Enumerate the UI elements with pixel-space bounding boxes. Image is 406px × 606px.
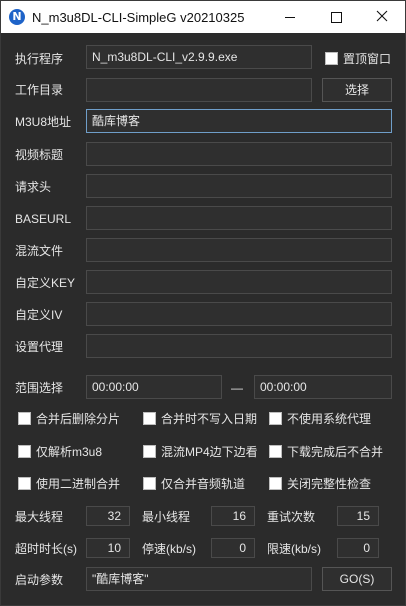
option-checkbox[interactable] [18, 445, 31, 458]
close-icon [376, 10, 388, 22]
max-threads-input[interactable]: 32 [86, 506, 130, 526]
m3u8-url-input[interactable]: 酷库博客 [86, 109, 392, 133]
option-checkbox[interactable] [269, 412, 282, 425]
limit-speed-label: 限速(kb/s) [267, 542, 322, 556]
option-label: 下载完成后不合并 [287, 445, 384, 459]
option-label: 仅解析m3u8 [36, 445, 103, 459]
option-checkbox[interactable] [269, 477, 282, 490]
retry-count-label: 重试次数 [267, 510, 316, 524]
proxy-label: 设置代理 [15, 340, 64, 354]
range-start-input[interactable]: 00:00:00 [86, 375, 222, 399]
launch-args-field[interactable]: "酷库博客" [86, 567, 312, 591]
option-checkbox[interactable] [143, 445, 156, 458]
option-label: 仅合并音频轨道 [161, 477, 246, 491]
workdir-field[interactable] [86, 78, 312, 102]
proxy-input[interactable] [86, 334, 392, 358]
option-checkbox[interactable] [18, 412, 31, 425]
minimize-button[interactable] [267, 1, 313, 33]
limit-speed-input[interactable]: 0 [337, 538, 379, 558]
min-threads-input[interactable]: 16 [211, 506, 255, 526]
option-checkbox[interactable] [18, 477, 31, 490]
headers-label: 请求头 [15, 180, 52, 194]
launch-args-label: 启动参数 [15, 573, 64, 587]
app-window: N N_m3u8DL-CLI-SimpleG v20210325 执行程序 N_… [0, 0, 406, 606]
video-title-input[interactable] [86, 142, 392, 166]
headers-input[interactable] [86, 174, 392, 198]
option-label: 合并后删除分片 [36, 412, 121, 426]
option-label: 关闭完整性检查 [287, 477, 372, 491]
baseurl-input[interactable] [86, 206, 392, 230]
range-end-input[interactable]: 00:00:00 [254, 375, 392, 399]
option-checkbox[interactable] [143, 477, 156, 490]
mux-file-label: 混流文件 [15, 244, 64, 258]
timeout-input[interactable]: 10 [86, 538, 130, 558]
option-label: 不使用系统代理 [287, 412, 372, 426]
app-logo-icon: N [9, 9, 25, 25]
range-separator: — [231, 381, 243, 395]
stop-speed-input[interactable]: 0 [211, 538, 255, 558]
baseurl-label: BASEURL [15, 212, 72, 226]
option-checkbox[interactable] [143, 412, 156, 425]
custom-iv-label: 自定义IV [15, 308, 63, 322]
title-bar[interactable]: N N_m3u8DL-CLI-SimpleG v20210325 [1, 1, 405, 33]
video-title-label: 视频标题 [15, 148, 64, 162]
choose-dir-button[interactable]: 选择 [322, 78, 392, 102]
m3u8-label: M3U8地址 [15, 115, 72, 129]
stop-speed-label: 停速(kb/s) [142, 542, 197, 556]
exe-label: 执行程序 [15, 52, 64, 66]
min-threads-label: 最小线程 [142, 510, 191, 524]
close-button[interactable] [359, 1, 405, 33]
range-label: 范围选择 [15, 381, 64, 395]
mux-file-input[interactable] [86, 238, 392, 262]
workdir-label: 工作目录 [15, 83, 64, 97]
option-label: 使用二进制合并 [36, 477, 121, 491]
max-threads-label: 最大线程 [15, 510, 64, 524]
timeout-label: 超时时长(s) [15, 542, 77, 556]
maximize-button[interactable] [313, 1, 359, 33]
topmost-checkbox[interactable] [325, 52, 338, 65]
exe-field[interactable]: N_m3u8DL-CLI_v2.9.9.exe [86, 45, 312, 69]
option-label: 混流MP4边下边看 [161, 445, 258, 459]
custom-key-input[interactable] [86, 270, 392, 294]
window-title: N_m3u8DL-CLI-SimpleG v20210325 [32, 10, 245, 25]
option-checkbox[interactable] [269, 445, 282, 458]
topmost-label: 置顶窗口 [343, 52, 392, 66]
retry-count-input[interactable]: 15 [337, 506, 379, 526]
option-label: 合并时不写入日期 [161, 412, 258, 426]
custom-key-label: 自定义KEY [15, 276, 76, 290]
go-button[interactable]: GO(S) [322, 567, 392, 591]
minimize-icon [285, 17, 295, 18]
custom-iv-input[interactable] [86, 302, 392, 326]
maximize-icon [331, 12, 342, 23]
